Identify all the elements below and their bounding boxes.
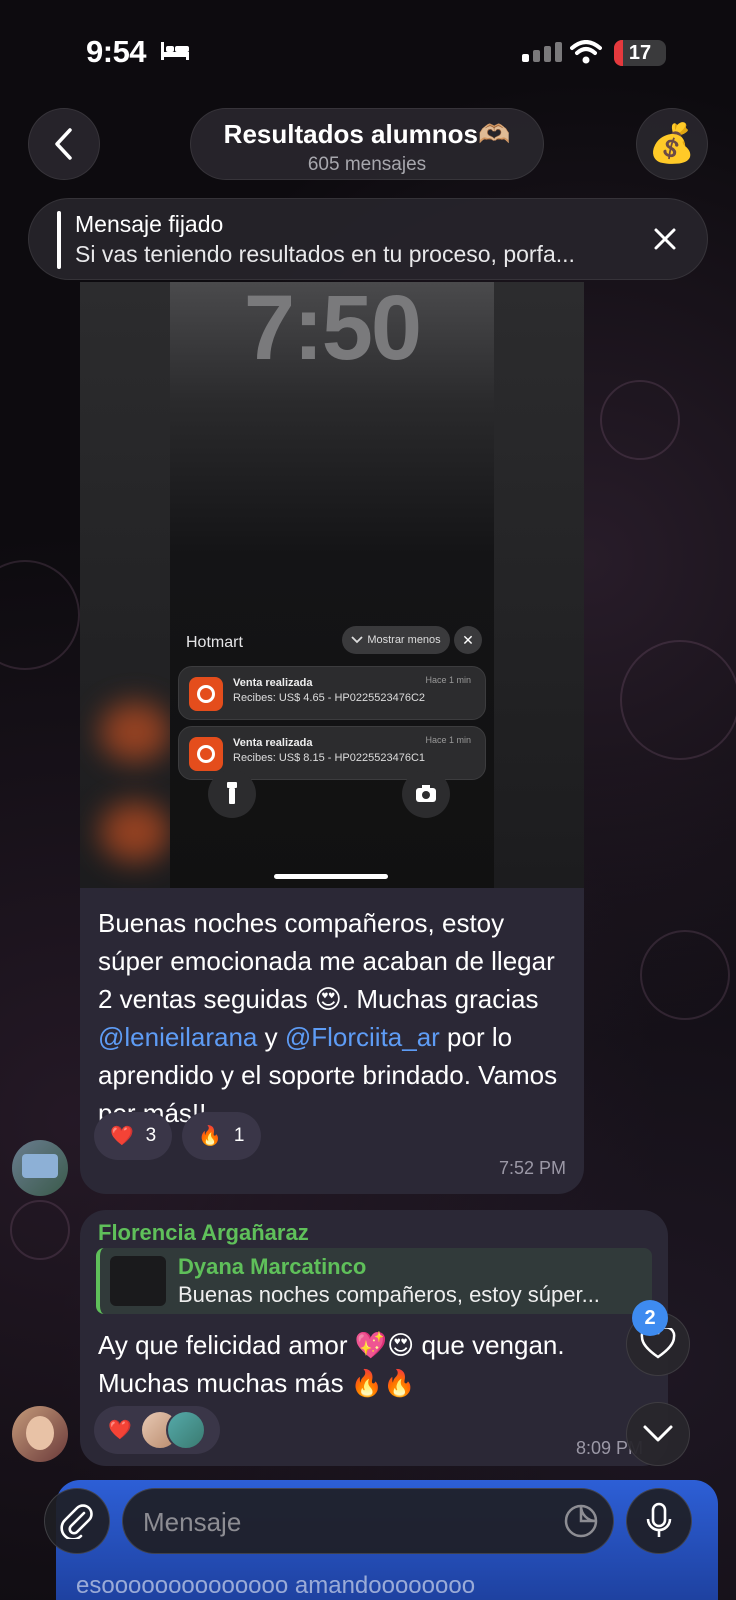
message-count: 605 mensajes xyxy=(307,154,427,175)
reply-thumbnail xyxy=(110,1256,166,1306)
pinned-message-bar[interactable]: Mensaje fijado Si vas teniendo resultado… xyxy=(28,198,708,280)
chat-title[interactable]: Resultados alumnos🫶🏼 605 mensajes xyxy=(190,108,544,180)
paperclip-icon xyxy=(60,1504,93,1539)
chevron-down-icon xyxy=(351,636,363,644)
background-message-text: esoooooooooooooo amandoooooooo xyxy=(76,1572,476,1599)
microphone-icon xyxy=(646,1502,672,1537)
show-less-toggle: Mostrar menos xyxy=(342,626,450,654)
notification-title: Venta realizada xyxy=(233,677,313,689)
show-less-label: Mostrar menos xyxy=(367,634,441,646)
home-indicator xyxy=(274,874,388,879)
pinned-text: Si vas teniendo resultados en tu proceso… xyxy=(75,241,575,267)
flashlight-icon xyxy=(208,770,256,818)
pinned-indicator xyxy=(57,211,61,269)
mention-link[interactable]: @lenieilarana xyxy=(98,1022,257,1052)
blurred-blob xyxy=(100,702,170,762)
lockscreen-clock: 7:50 xyxy=(243,282,422,379)
cellular-signal-icon xyxy=(522,42,562,62)
avatar[interactable] xyxy=(12,1406,68,1462)
scroll-down-button[interactable] xyxy=(626,1402,690,1466)
chevron-left-icon xyxy=(55,128,72,160)
heart-icon: ❤️ xyxy=(108,1420,132,1441)
photo-side xyxy=(80,282,170,888)
message-placeholder: Mensaje xyxy=(143,1507,242,1537)
money-bag-icon: 💰 xyxy=(648,123,696,165)
reply-text: Buenas noches compañeros, estoy súper... xyxy=(178,1282,600,1307)
reaction-count: 3 xyxy=(145,1125,157,1146)
wallpaper-doodle xyxy=(640,930,730,1020)
chat-avatar[interactable]: 💰 xyxy=(636,108,708,180)
reply-author: Dyana Marcatinco xyxy=(178,1254,367,1279)
lockscreen: 7:50 Hotmart Mostrar menos ✕ Venta reali… xyxy=(170,282,494,888)
message-text: Buenas noches compañeros, estoy súper em… xyxy=(98,908,558,1128)
sticker-icon[interactable] xyxy=(563,1503,599,1539)
dismiss-notifications-icon: ✕ xyxy=(454,626,482,654)
reactions-row: ❤️ 3 🔥 1 xyxy=(94,1112,261,1160)
reaction-count: 1 xyxy=(233,1125,245,1146)
reaction-fire[interactable]: 🔥 1 xyxy=(182,1112,261,1160)
voice-record-button[interactable] xyxy=(626,1488,692,1554)
photo-side xyxy=(494,282,584,888)
message-photo[interactable]: 7:50 Hotmart Mostrar menos ✕ Venta reali… xyxy=(80,282,584,888)
fire-icon: 🔥 xyxy=(198,1126,222,1147)
reactions-row: ❤️ xyxy=(94,1406,220,1454)
reaction-heart[interactable]: ❤️ xyxy=(94,1406,220,1454)
unread-reactions-badge: 2 xyxy=(632,1300,668,1336)
sleep-focus-icon xyxy=(161,42,189,60)
reaction-heart[interactable]: ❤️ 3 xyxy=(94,1112,173,1160)
message-bubble[interactable]: Florencia Argañaraz Dyana Marcatinco Bue… xyxy=(80,1210,668,1466)
wallpaper-doodle xyxy=(10,1200,70,1260)
hotmart-app-icon xyxy=(189,737,223,771)
message-time: 7:52 PM xyxy=(498,1158,566,1178)
mention-link[interactable]: @Florciita_ar xyxy=(285,1022,440,1052)
wallpaper-doodle xyxy=(600,380,680,460)
notification-app-name: Hotmart xyxy=(186,634,243,651)
heart-icon: ❤️ xyxy=(110,1126,134,1147)
notification-time: Hace 1 min xyxy=(425,675,471,685)
camera-icon xyxy=(402,770,450,818)
back-button[interactable] xyxy=(28,108,100,180)
battery-indicator: 17 xyxy=(614,40,666,66)
notification-body: Recibes: US$ 4.65 - HP0225523476C2 xyxy=(233,692,426,704)
wallpaper-doodle xyxy=(620,640,736,760)
reactor-avatar xyxy=(165,1410,206,1450)
blurred-blob xyxy=(100,802,170,862)
status-bar: 9:54 17 xyxy=(0,0,736,100)
notification-time: Hace 1 min xyxy=(425,735,471,745)
sender-name[interactable]: Florencia Argañaraz xyxy=(98,1220,309,1246)
message-input[interactable]: Mensaje xyxy=(122,1488,614,1554)
wallpaper-doodle xyxy=(0,560,80,670)
message-text: Ay que felicidad amor 💖😍 que vengan. Muc… xyxy=(98,1330,565,1398)
chat-name: Resultados alumnos🫶🏼 xyxy=(223,119,511,149)
battery-level: 17 xyxy=(628,41,652,64)
attach-button[interactable] xyxy=(44,1488,110,1554)
chevron-down-icon xyxy=(643,1425,673,1442)
message-bubble[interactable]: 7:50 Hotmart Mostrar menos ✕ Venta reali… xyxy=(80,282,584,1194)
notification-title: Venta realizada xyxy=(233,737,313,749)
status-time: 9:54 xyxy=(86,34,147,69)
reply-preview[interactable]: Dyana Marcatinco Buenas noches compañero… xyxy=(96,1248,652,1314)
avatar[interactable] xyxy=(12,1140,68,1196)
notification-body: Recibes: US$ 8.15 - HP0225523476C1 xyxy=(233,752,426,764)
pinned-label: Mensaje fijado xyxy=(75,211,224,237)
notification-card: Venta realizada Recibes: US$ 4.65 - HP02… xyxy=(178,666,486,720)
close-icon[interactable] xyxy=(651,225,679,253)
wifi-icon xyxy=(570,40,602,64)
hotmart-app-icon xyxy=(189,677,223,711)
